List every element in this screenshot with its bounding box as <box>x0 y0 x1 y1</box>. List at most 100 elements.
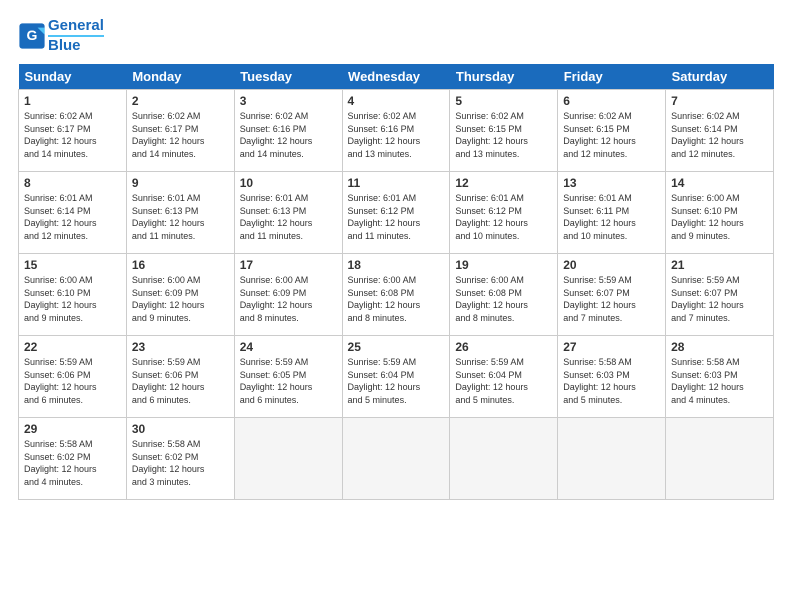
calendar-cell: 9 Sunrise: 6:01 AM Sunset: 6:13 PM Daylig… <box>126 172 234 254</box>
day-info: Sunrise: 6:02 AM Sunset: 6:16 PM Dayligh… <box>240 110 337 160</box>
day-info: Sunrise: 6:00 AM Sunset: 6:10 PM Dayligh… <box>671 192 768 242</box>
day-number: 25 <box>348 340 445 354</box>
day-info: Sunrise: 5:59 AM Sunset: 6:06 PM Dayligh… <box>24 356 121 406</box>
day-number: 1 <box>24 94 121 108</box>
calendar-cell <box>558 418 666 500</box>
calendar-cell: 1 Sunrise: 6:02 AM Sunset: 6:17 PM Daylig… <box>19 90 127 172</box>
weekday-header-tuesday: Tuesday <box>234 64 342 90</box>
logo-general: General <box>48 18 104 35</box>
calendar-cell: 8 Sunrise: 6:01 AM Sunset: 6:14 PM Daylig… <box>19 172 127 254</box>
day-info: Sunrise: 6:00 AM Sunset: 6:09 PM Dayligh… <box>132 274 229 324</box>
day-info: Sunrise: 6:00 AM Sunset: 6:09 PM Dayligh… <box>240 274 337 324</box>
weekday-header-thursday: Thursday <box>450 64 558 90</box>
calendar-table: SundayMondayTuesdayWednesdayThursdayFrid… <box>18 64 774 500</box>
calendar-cell: 28 Sunrise: 5:58 AM Sunset: 6:03 PM Dayli… <box>666 336 774 418</box>
day-number: 8 <box>24 176 121 190</box>
calendar-cell: 12Sunrise: 6:01 AM Sunset: 6:12 PM Dayli… <box>450 172 558 254</box>
day-info: Sunrise: 5:59 AM Sunset: 6:04 PM Dayligh… <box>348 356 445 406</box>
day-number: 24 <box>240 340 337 354</box>
calendar-cell: 23 Sunrise: 5:59 AM Sunset: 6:06 PM Dayli… <box>126 336 234 418</box>
calendar-cell <box>450 418 558 500</box>
day-number: 3 <box>240 94 337 108</box>
logo: G General Blue <box>18 18 104 54</box>
day-number: 9 <box>132 176 229 190</box>
calendar-cell: 24 Sunrise: 5:59 AM Sunset: 6:05 PM Dayli… <box>234 336 342 418</box>
day-number: 23 <box>132 340 229 354</box>
calendar-cell: 20Sunrise: 5:59 AM Sunset: 6:07 PM Dayli… <box>558 254 666 336</box>
day-info: Sunrise: 5:59 AM Sunset: 6:07 PM Dayligh… <box>563 274 660 324</box>
day-info: Sunrise: 6:01 AM Sunset: 6:12 PM Dayligh… <box>348 192 445 242</box>
day-number: 2 <box>132 94 229 108</box>
day-info: Sunrise: 5:58 AM Sunset: 6:02 PM Dayligh… <box>24 438 121 488</box>
day-info: Sunrise: 6:01 AM Sunset: 6:11 PM Dayligh… <box>563 192 660 242</box>
calendar-page: G General Blue SundayMondayTuesdayWednes… <box>0 0 792 612</box>
svg-text:G: G <box>27 27 38 43</box>
calendar-cell: 17 Sunrise: 6:00 AM Sunset: 6:09 PM Dayli… <box>234 254 342 336</box>
calendar-cell: 6Sunrise: 6:02 AM Sunset: 6:15 PM Daylig… <box>558 90 666 172</box>
logo-blue: Blue <box>48 35 104 55</box>
calendar-cell: 25 Sunrise: 5:59 AM Sunset: 6:04 PM Dayli… <box>342 336 450 418</box>
calendar-cell: 5 Sunrise: 6:02 AM Sunset: 6:15 PM Daylig… <box>450 90 558 172</box>
day-info: Sunrise: 6:01 AM Sunset: 6:13 PM Dayligh… <box>240 192 337 242</box>
calendar-cell <box>342 418 450 500</box>
day-number: 16 <box>132 258 229 272</box>
day-info: Sunrise: 6:01 AM Sunset: 6:14 PM Dayligh… <box>24 192 121 242</box>
day-number: 22 <box>24 340 121 354</box>
day-number: 4 <box>348 94 445 108</box>
day-info: Sunrise: 6:02 AM Sunset: 6:17 PM Dayligh… <box>132 110 229 160</box>
calendar-cell: 19Sunrise: 6:00 AM Sunset: 6:08 PM Dayli… <box>450 254 558 336</box>
week-row-1: 1 Sunrise: 6:02 AM Sunset: 6:17 PM Daylig… <box>19 90 774 172</box>
calendar-cell <box>666 418 774 500</box>
calendar-cell: 11Sunrise: 6:01 AM Sunset: 6:12 PM Dayli… <box>342 172 450 254</box>
calendar-cell: 7 Sunrise: 6:02 AM Sunset: 6:14 PM Daylig… <box>666 90 774 172</box>
day-number: 21 <box>671 258 768 272</box>
day-number: 13 <box>563 176 660 190</box>
calendar-cell: 30Sunrise: 5:58 AM Sunset: 6:02 PM Dayli… <box>126 418 234 500</box>
day-number: 15 <box>24 258 121 272</box>
calendar-cell: 29Sunrise: 5:58 AM Sunset: 6:02 PM Dayli… <box>19 418 127 500</box>
week-row-2: 8 Sunrise: 6:01 AM Sunset: 6:14 PM Daylig… <box>19 172 774 254</box>
day-number: 5 <box>455 94 552 108</box>
day-number: 17 <box>240 258 337 272</box>
day-info: Sunrise: 6:00 AM Sunset: 6:10 PM Dayligh… <box>24 274 121 324</box>
logo-icon: G <box>18 22 46 50</box>
calendar-cell <box>234 418 342 500</box>
calendar-cell: 10 Sunrise: 6:01 AM Sunset: 6:13 PM Dayli… <box>234 172 342 254</box>
weekday-header-saturday: Saturday <box>666 64 774 90</box>
day-number: 26 <box>455 340 552 354</box>
day-number: 28 <box>671 340 768 354</box>
weekday-header-sunday: Sunday <box>19 64 127 90</box>
day-info: Sunrise: 5:59 AM Sunset: 6:06 PM Dayligh… <box>132 356 229 406</box>
day-info: Sunrise: 6:02 AM Sunset: 6:15 PM Dayligh… <box>455 110 552 160</box>
day-number: 27 <box>563 340 660 354</box>
day-info: Sunrise: 6:02 AM Sunset: 6:14 PM Dayligh… <box>671 110 768 160</box>
day-number: 10 <box>240 176 337 190</box>
day-info: Sunrise: 6:01 AM Sunset: 6:12 PM Dayligh… <box>455 192 552 242</box>
week-row-4: 22 Sunrise: 5:59 AM Sunset: 6:06 PM Dayli… <box>19 336 774 418</box>
day-info: Sunrise: 5:58 AM Sunset: 6:03 PM Dayligh… <box>563 356 660 406</box>
calendar-cell: 13 Sunrise: 6:01 AM Sunset: 6:11 PM Dayli… <box>558 172 666 254</box>
day-info: Sunrise: 6:00 AM Sunset: 6:08 PM Dayligh… <box>348 274 445 324</box>
weekday-header-row: SundayMondayTuesdayWednesdayThursdayFrid… <box>19 64 774 90</box>
day-info: Sunrise: 6:02 AM Sunset: 6:15 PM Dayligh… <box>563 110 660 160</box>
weekday-header-friday: Friday <box>558 64 666 90</box>
calendar-cell: 26 Sunrise: 5:59 AM Sunset: 6:04 PM Dayli… <box>450 336 558 418</box>
weekday-header-wednesday: Wednesday <box>342 64 450 90</box>
header: G General Blue <box>18 18 774 54</box>
week-row-3: 15 Sunrise: 6:00 AM Sunset: 6:10 PM Dayli… <box>19 254 774 336</box>
calendar-cell: 2 Sunrise: 6:02 AM Sunset: 6:17 PM Daylig… <box>126 90 234 172</box>
calendar-cell: 16 Sunrise: 6:00 AM Sunset: 6:09 PM Dayli… <box>126 254 234 336</box>
day-info: Sunrise: 6:02 AM Sunset: 6:17 PM Dayligh… <box>24 110 121 160</box>
day-info: Sunrise: 6:00 AM Sunset: 6:08 PM Dayligh… <box>455 274 552 324</box>
calendar-cell: 15 Sunrise: 6:00 AM Sunset: 6:10 PM Dayli… <box>19 254 127 336</box>
day-info: Sunrise: 5:59 AM Sunset: 6:05 PM Dayligh… <box>240 356 337 406</box>
day-info: Sunrise: 6:02 AM Sunset: 6:16 PM Dayligh… <box>348 110 445 160</box>
calendar-cell: 14 Sunrise: 6:00 AM Sunset: 6:10 PM Dayli… <box>666 172 774 254</box>
day-number: 14 <box>671 176 768 190</box>
day-info: Sunrise: 5:58 AM Sunset: 6:03 PM Dayligh… <box>671 356 768 406</box>
day-info: Sunrise: 5:58 AM Sunset: 6:02 PM Dayligh… <box>132 438 229 488</box>
day-info: Sunrise: 5:59 AM Sunset: 6:04 PM Dayligh… <box>455 356 552 406</box>
day-number: 7 <box>671 94 768 108</box>
day-info: Sunrise: 6:01 AM Sunset: 6:13 PM Dayligh… <box>132 192 229 242</box>
calendar-cell: 27 Sunrise: 5:58 AM Sunset: 6:03 PM Dayli… <box>558 336 666 418</box>
